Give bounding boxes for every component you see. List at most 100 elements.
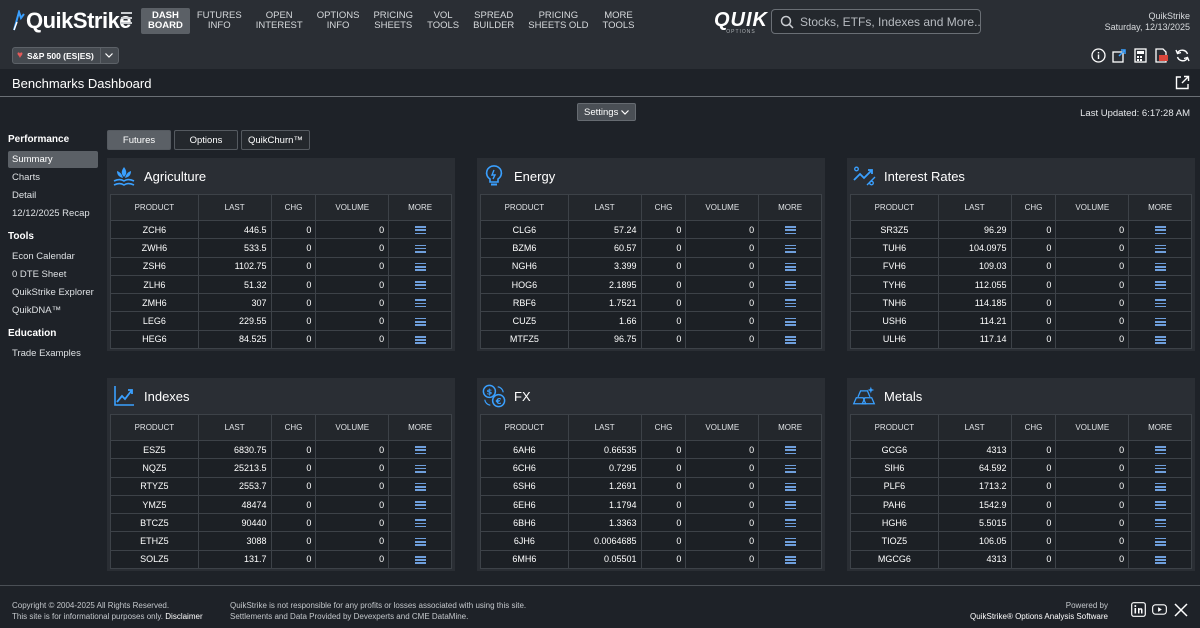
x-icon[interactable] — [1173, 602, 1188, 617]
column-header-volume[interactable]: VOLUME — [685, 414, 760, 441]
more-menu-icon[interactable] — [1154, 446, 1166, 455]
column-header-chg[interactable]: CHG — [640, 414, 687, 441]
product-cell[interactable]: 6CH6 — [480, 458, 569, 478]
more-menu-icon[interactable] — [414, 556, 426, 565]
column-header-last[interactable]: LAST — [197, 194, 272, 221]
more-menu-icon[interactable] — [1154, 501, 1166, 510]
more-menu-icon[interactable] — [784, 482, 796, 491]
table-row[interactable]: TUH6 104.0975 0 0 — [850, 238, 1192, 258]
column-header-product[interactable]: PRODUCT — [480, 194, 569, 221]
product-cell[interactable]: 6MH6 — [480, 549, 569, 570]
more-menu-icon[interactable] — [1154, 537, 1166, 546]
product-cell[interactable]: 6JH6 — [480, 531, 569, 551]
product-cell[interactable]: RTYZ5 — [110, 476, 199, 496]
column-header-volume[interactable]: VOLUME — [1055, 194, 1130, 221]
disclaimer-link[interactable]: Disclaimer — [165, 612, 202, 621]
more-menu-icon[interactable] — [414, 299, 426, 308]
table-row[interactable]: 6BH6 1.3363 0 0 — [480, 513, 822, 533]
table-row[interactable]: NQZ5 25213.5 0 0 — [110, 458, 452, 478]
column-header-more[interactable]: MORE — [388, 194, 452, 221]
more-menu-icon[interactable] — [414, 226, 426, 235]
table-row[interactable]: 6AH6 0.66535 0 0 — [480, 439, 822, 460]
product-cell[interactable]: ZWH6 — [110, 238, 199, 258]
more-menu-icon[interactable] — [414, 501, 426, 510]
table-row[interactable]: ZCH6 446.5 0 0 — [110, 219, 452, 240]
quikstrike-logo[interactable]: QuikStrike — [12, 8, 132, 34]
sidebar-item-quikstrike-explorer[interactable]: QuikStrike Explorer — [8, 284, 98, 301]
product-cell[interactable]: ESZ5 — [110, 439, 199, 460]
more-menu-icon[interactable] — [1154, 482, 1166, 491]
column-header-chg[interactable]: CHG — [270, 414, 317, 441]
more-menu-icon[interactable] — [784, 446, 796, 455]
product-cell[interactable]: PLF6 — [850, 476, 939, 496]
column-header-last[interactable]: LAST — [567, 414, 642, 441]
external-link-icon[interactable] — [1175, 75, 1190, 93]
settings-dropdown[interactable]: Settings — [577, 103, 637, 121]
column-header-chg[interactable]: CHG — [1010, 414, 1057, 441]
table-row[interactable]: TIOZ5 106.05 0 0 — [850, 531, 1192, 551]
product-cell[interactable]: MGCG6 — [850, 549, 939, 570]
table-row[interactable]: YMZ5 48474 0 0 — [110, 494, 452, 515]
table-row[interactable]: ZWH6 533.5 0 0 — [110, 238, 452, 258]
product-cell[interactable]: TNH6 — [850, 293, 939, 313]
table-row[interactable]: RBF6 1.7521 0 0 — [480, 293, 822, 313]
more-menu-icon[interactable] — [414, 446, 426, 455]
more-menu-icon[interactable] — [784, 281, 796, 290]
product-cell[interactable]: FVH6 — [850, 256, 939, 276]
column-header-volume[interactable]: VOLUME — [315, 414, 390, 441]
more-menu-icon[interactable] — [414, 281, 426, 290]
table-row[interactable]: HGH6 5.5015 0 0 — [850, 513, 1192, 533]
table-row[interactable]: HOG6 2.1895 0 0 — [480, 274, 822, 295]
table-row[interactable]: 6CH6 0.7295 0 0 — [480, 458, 822, 478]
more-menu-icon[interactable] — [784, 464, 796, 473]
table-row[interactable]: SR3Z5 96.29 0 0 — [850, 219, 1192, 240]
sidebar-item-12-12-2025-recap[interactable]: 12/12/2025 Recap — [8, 205, 98, 222]
chevron-down-icon[interactable] — [99, 48, 118, 63]
column-header-more[interactable]: MORE — [1128, 194, 1192, 221]
table-row[interactable]: CLG6 57.24 0 0 — [480, 219, 822, 240]
more-menu-icon[interactable] — [1154, 281, 1166, 290]
table-row[interactable]: USH6 114.21 0 0 — [850, 311, 1192, 331]
menu-icon[interactable] — [121, 12, 132, 24]
more-menu-icon[interactable] — [414, 482, 426, 491]
search-input[interactable] — [800, 14, 980, 29]
more-menu-icon[interactable] — [1154, 226, 1166, 235]
column-header-volume[interactable]: VOLUME — [1055, 414, 1130, 441]
sidebar-item-summary[interactable]: Summary — [8, 151, 98, 168]
pdf-icon[interactable] — [1154, 48, 1169, 63]
tab-futures[interactable]: Futures — [107, 130, 171, 150]
table-row[interactable]: BZM6 60.57 0 0 — [480, 238, 822, 258]
column-header-product[interactable]: PRODUCT — [110, 414, 199, 441]
product-cell[interactable]: HGH6 — [850, 513, 939, 533]
product-cell[interactable]: ZSH6 — [110, 256, 199, 276]
table-row[interactable]: MGCG6 4313 0 0 — [850, 549, 1192, 570]
column-header-volume[interactable]: VOLUME — [685, 194, 760, 221]
table-row[interactable]: NGH6 3.399 0 0 — [480, 256, 822, 276]
product-cell[interactable]: TUH6 — [850, 238, 939, 258]
symbol-selector[interactable]: ♥ S&P 500 (ES|ES) — [12, 47, 119, 64]
more-menu-icon[interactable] — [784, 226, 796, 235]
search-box[interactable] — [771, 9, 981, 34]
more-menu-icon[interactable] — [414, 519, 426, 528]
product-cell[interactable]: ULH6 — [850, 329, 939, 350]
nav-item-futures-info[interactable]: FUTURES INFO — [190, 8, 249, 34]
product-cell[interactable]: YMZ5 — [110, 494, 199, 515]
more-menu-icon[interactable] — [784, 262, 796, 271]
table-row[interactable]: BTCZ5 90440 0 0 — [110, 513, 452, 533]
sidebar-item-charts[interactable]: Charts — [8, 169, 98, 186]
table-row[interactable]: PAH6 1542.9 0 0 — [850, 494, 1192, 515]
column-header-last[interactable]: LAST — [567, 194, 642, 221]
column-header-product[interactable]: PRODUCT — [480, 414, 569, 441]
column-header-last[interactable]: LAST — [937, 414, 1012, 441]
more-menu-icon[interactable] — [414, 464, 426, 473]
nav-item-spread-builder[interactable]: SPREAD BUILDER — [466, 8, 521, 34]
linkedin-icon[interactable] — [1131, 602, 1146, 617]
tab-quikchurn[interactable]: QuikChurn™ — [241, 130, 310, 150]
calculator-icon[interactable] — [1133, 48, 1148, 63]
product-cell[interactable]: 6SH6 — [480, 476, 569, 496]
product-cell[interactable]: PAH6 — [850, 494, 939, 515]
more-menu-icon[interactable] — [414, 244, 426, 253]
sidebar-item-econ-calendar[interactable]: Econ Calendar — [8, 248, 98, 265]
product-cell[interactable]: NGH6 — [480, 256, 569, 276]
more-menu-icon[interactable] — [1154, 519, 1166, 528]
